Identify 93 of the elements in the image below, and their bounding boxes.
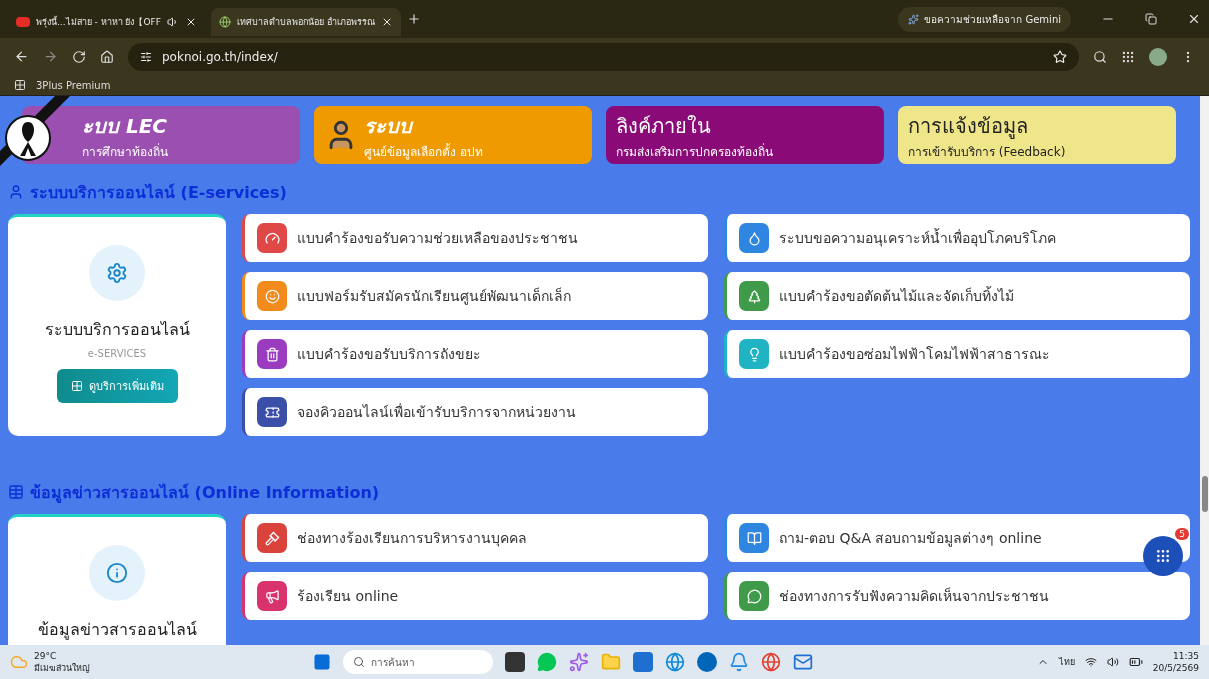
video-icon <box>16 17 30 27</box>
back-icon[interactable] <box>14 49 29 64</box>
new-tab-icon[interactable] <box>406 12 421 26</box>
avatar[interactable] <box>1149 47 1167 66</box>
service-label: ถาม-ตอบ Q&A สอบถามข้อมูลต่างๆ online <box>779 529 1042 549</box>
clock-date: 20/5/2569 <box>1152 662 1199 674</box>
reload-icon[interactable] <box>72 49 86 64</box>
service-link[interactable]: แบบฟอร์มรับสมัครนักเรียนศูนย์พัฒนาเด็กเล็ก <box>242 272 708 320</box>
service-label: ช่องทางร้องเรียนการบริหารงานบุคคล <box>297 529 527 549</box>
service-link[interactable]: จองคิวออนไลน์เพื่อเข้ารับบริการจากหน่วยงาน <box>242 388 708 436</box>
megaphone-icon <box>264 588 280 604</box>
ticket-icon <box>264 404 280 420</box>
service-label: แบบคำร้องขอซ่อมไฟฟ้าโคมไฟฟ้าสาธารณะ <box>779 345 1050 364</box>
wifi-icon[interactable] <box>1084 656 1097 668</box>
trash-icon <box>264 346 280 362</box>
book-icon <box>746 530 762 546</box>
scrollbar-thumb[interactable] <box>1201 476 1208 512</box>
address-field[interactable]: poknoi.go.th/index/ <box>128 42 1079 71</box>
url-text: poknoi.go.th/index/ <box>162 49 278 64</box>
banner[interactable]: ลิงค์ภายใน กรมส่งเสริมการปกครองท้องถิ่น <box>606 106 884 164</box>
banner-subtitle: กรมส่งเสริมการปกครองท้องถิ่น <box>616 142 773 161</box>
service-link[interactable]: แบบคำร้องขอรับบริการถังขยะ <box>242 330 708 378</box>
table-icon <box>8 484 24 500</box>
search-icon[interactable] <box>1093 49 1107 64</box>
bookmark[interactable]: 3Plus Premium <box>36 79 111 91</box>
tab-title: พรุ่งนี้...ไม่สาย - หาหา ยัง【OFF <box>36 15 161 29</box>
tree-icon <box>746 288 762 304</box>
section-title: ข้อมูลข่าวสารออนไลน์ (Online Information) <box>30 481 380 505</box>
section-title: ระบบบริการออนไลน์ (E-services) <box>30 181 287 204</box>
temperature: 29°C <box>34 650 58 662</box>
taskbar-search[interactable]: การค้นหา <box>343 650 494 674</box>
star-icon[interactable] <box>1053 49 1067 64</box>
site-settings-icon[interactable] <box>140 50 152 63</box>
banner-title: การแจ้งข้อมูล <box>908 112 1029 141</box>
card-title: ข้อมูลข่าวสารออนไลน์ <box>37 619 197 642</box>
clock-time: 11:35 <box>1173 650 1199 662</box>
service-link[interactable]: ช่องทางร้องเรียนการบริหารงานบุคคล <box>242 514 708 562</box>
speech-icon <box>746 588 762 604</box>
banner-title: ลิงค์ภายใน <box>616 112 712 140</box>
tab-title: เทศบาลตำบลพอกน้อย อำเภอพรรณ <box>236 16 375 29</box>
person-icon <box>8 184 24 200</box>
service-link[interactable]: แบบคำร้องขอตัดต้นไม้และจัดเก็บทิ้งไม้ <box>724 272 1190 320</box>
service-label: ร้องเรียน online <box>297 587 399 606</box>
service-label: แบบคำร้องขอรับบริการถังขยะ <box>297 345 481 364</box>
drop-icon <box>746 230 762 246</box>
mail-icon[interactable] <box>793 652 814 672</box>
banner-subtitle: การศึกษาท้องถิ่น <box>82 142 168 161</box>
banner-title: ะบบ LEC <box>82 112 168 140</box>
close-icon[interactable] <box>1187 12 1201 26</box>
browser-icon[interactable] <box>665 652 686 672</box>
face-icon <box>264 288 280 304</box>
info-icon <box>106 562 128 584</box>
service-link[interactable]: ช่องทางการรับฟังความคิดเห็นจากประชาชน <box>724 572 1190 620</box>
banner[interactable]: ะบบ LEC การศึกษาท้องถิ่น <box>22 106 300 164</box>
banner-title: ระบบ <box>364 112 415 140</box>
speaker-icon <box>166 16 179 28</box>
service-link[interactable]: แบบคำร้องขอรับความช่วยเหลือของประชาชน <box>242 214 708 262</box>
service-link[interactable]: ร้องเรียน online <box>242 572 708 620</box>
service-label: ช่องทางการรับฟังความคิดเห็นจากประชาชน <box>779 586 1049 606</box>
restore-icon[interactable] <box>1145 13 1157 25</box>
forward-icon[interactable] <box>43 49 58 64</box>
weather-text: มีเมฆส่วนใหญ่ <box>34 662 90 674</box>
language[interactable]: ไทย <box>1058 655 1075 669</box>
home-icon[interactable] <box>100 49 114 64</box>
search-icon <box>353 656 366 668</box>
volume-icon[interactable] <box>1106 656 1119 668</box>
app-icon[interactable] <box>505 652 526 672</box>
card-subtitle: e-SERVICES <box>87 348 147 359</box>
sparkle-icon[interactable] <box>569 652 590 672</box>
gavel-icon <box>264 530 280 546</box>
browser-tab[interactable]: พรุ่งนี้...ไม่สาย - หาหา ยัง【OFF <box>8 8 205 36</box>
browser-tab[interactable]: เทศบาลตำบลพอกน้อย อำเภอพรรณ <box>210 8 401 36</box>
service-label: แบบคำร้องขอตัดต้นไม้และจัดเก็บทิ้งไม้ <box>779 285 1014 306</box>
globe-icon <box>218 16 231 28</box>
service-label: จองคิวออนไลน์เพื่อเข้ารับบริการจากหน่วยงาน <box>297 402 576 422</box>
banner[interactable]: การแจ้งข้อมูล การเข้ารับบริการ (Feedback) <box>898 106 1176 164</box>
sparkle-icon <box>908 13 920 25</box>
service-link[interactable]: แบบคำร้องขอซ่อมไฟฟ้าโคมไฟฟ้าสาธารณะ <box>724 330 1190 378</box>
service-label: แบบคำร้องขอรับความช่วยเหลือของประชาชน <box>297 229 578 248</box>
card-title: ระบบบริการออนไลน์ <box>44 319 190 341</box>
service-label: ระบบขอความอนุเคราะห์น้ำเพื่ออุปโภคบริโภค <box>779 227 1056 249</box>
battery-icon[interactable] <box>1128 655 1143 669</box>
gears-icon <box>106 262 128 284</box>
grid-icon <box>70 380 83 392</box>
banner-subtitle: การเข้ารับบริการ (Feedback) <box>908 143 1066 161</box>
apps-icon[interactable] <box>14 79 26 91</box>
gemini-button[interactable]: ขอความช่วยเหลือจาก Gemini <box>898 6 1071 32</box>
service-label: แบบฟอร์มรับสมัครนักเรียนศูนย์พัฒนาเด็กเล็ก <box>297 286 571 307</box>
gauge-icon <box>264 230 280 246</box>
grid-icon <box>1155 548 1171 564</box>
banner-subtitle: ศูนย์ข้อมูลเลือกตั้ง อปท <box>364 142 483 161</box>
app-icon[interactable] <box>697 652 718 672</box>
service-link[interactable]: ระบบขอความอนุเคราะห์น้ำเพื่ออุปโภคบริโภค <box>724 214 1190 262</box>
